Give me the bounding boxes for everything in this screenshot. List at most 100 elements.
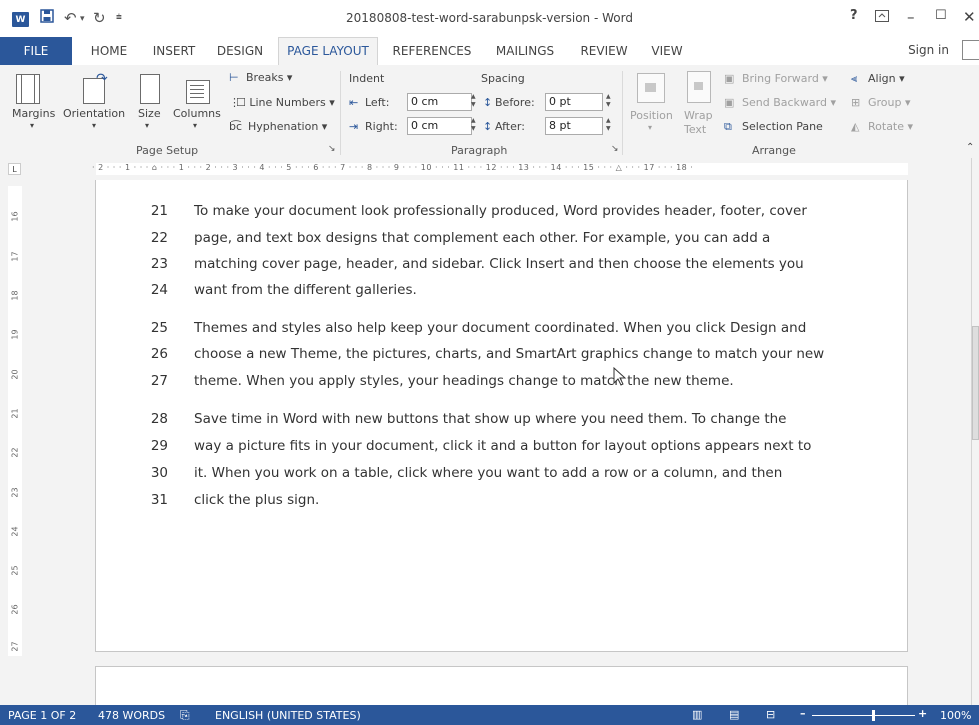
tab-references[interactable]: REFERENCES (386, 37, 478, 65)
maximize-icon[interactable]: ☐ (935, 8, 947, 23)
size-dropdown-icon[interactable]: ▾ (145, 121, 149, 130)
line-numbers-button[interactable]: ☐ Line Numbers ▾ (236, 96, 335, 109)
vertical-ruler-mark: 21 (10, 408, 20, 419)
vertical-ruler-mark: 26 (10, 604, 20, 615)
paragraph-dialog-launcher-icon[interactable]: ↘ (611, 144, 619, 154)
horizontal-ruler[interactable]: L · 2 · · · 1 · · · ⌂ · · · 1 · · · 2 · … (0, 158, 979, 180)
line-text: Themes and styles also help keep your do… (194, 320, 807, 336)
vertical-ruler[interactable]: 16 17 18 19 20 21 22 23 24 25 26 27 (8, 186, 22, 656)
size-button[interactable]: Size (138, 107, 161, 120)
spacing-before-spinner[interactable]: ▲ ▼ (606, 93, 614, 109)
spacing-before-field[interactable]: 0 pt (545, 93, 603, 111)
line-text: theme. When you apply styles, your headi… (194, 373, 734, 389)
vertical-ruler-mark: 27 (10, 641, 20, 652)
send-backward-button[interactable]: Send Backward ▾ (742, 96, 836, 109)
align-button[interactable]: Align ▾ (868, 72, 905, 85)
spacing-after-label: After: (495, 120, 525, 133)
vertical-ruler-mark: 24 (10, 526, 20, 537)
rotate-label: Rotate (868, 120, 905, 133)
spacing-label: Spacing (481, 72, 525, 85)
account-icon[interactable] (962, 40, 979, 60)
bring-forward-button[interactable]: Bring Forward ▾ (742, 72, 828, 85)
indent-left-spinner[interactable]: ▲ ▼ (471, 93, 479, 109)
sign-in-link[interactable]: Sign in (908, 43, 949, 57)
tab-page-layout[interactable]: PAGE LAYOUT (278, 37, 378, 65)
position-icon (637, 73, 665, 103)
line-number: 27 (150, 373, 168, 389)
page-setup-group-label: Page Setup (136, 144, 199, 157)
close-icon[interactable]: ✕ (963, 8, 976, 26)
ribbon-display-options-icon[interactable] (875, 8, 889, 26)
indent-label: Indent (349, 72, 385, 85)
arrange-group-label: Arrange (752, 144, 796, 157)
selection-pane-button[interactable]: Selection Pane (742, 120, 823, 133)
indent-right-spinner[interactable]: ▲ ▼ (471, 117, 479, 133)
group-icon: ⊞ (851, 96, 861, 109)
document-page[interactable]: 21 To make your document look professiona… (95, 180, 908, 652)
ruler-labels: · 2 · · · 1 · · · ⌂ · · · 1 · · · 2 · · … (92, 163, 694, 172)
tab-file[interactable]: FILE (0, 37, 72, 65)
position-dropdown-icon[interactable]: ▾ (648, 123, 652, 132)
orientation-button[interactable]: Orientation (63, 107, 125, 120)
web-layout-icon[interactable]: ⊟ (766, 708, 775, 721)
line-number: 30 (150, 465, 168, 481)
tab-review[interactable]: REVIEW (572, 37, 636, 65)
line-text: matching cover page, header, and sidebar… (194, 256, 804, 272)
breaks-button[interactable]: Breaks ▾ (246, 71, 292, 84)
tab-insert[interactable]: INSERT (144, 37, 204, 65)
wrap-text-button[interactable]: Wrap Text (684, 109, 714, 137)
hyphenation-button[interactable]: Hyphenation ▾ (248, 120, 327, 133)
spacing-after-spinner[interactable]: ▲ ▼ (606, 117, 614, 133)
bring-forward-icon: ▣ (724, 72, 735, 85)
indent-left-field[interactable]: 0 cm (407, 93, 472, 111)
zoom-slider-thumb[interactable] (872, 710, 875, 721)
spacing-after-icon: ↕ (483, 120, 493, 133)
margins-button[interactable]: Margins (12, 107, 55, 120)
columns-dropdown-icon[interactable]: ▾ (193, 121, 197, 130)
indent-right-field[interactable]: 0 cm (407, 117, 472, 135)
word-count[interactable]: 478 WORDS (98, 709, 165, 722)
tab-home[interactable]: HOME (78, 37, 140, 65)
breaks-label: Breaks (246, 71, 284, 84)
zoom-slider[interactable] (812, 715, 915, 716)
vertical-ruler-mark: 25 (10, 565, 20, 576)
print-layout-icon[interactable]: ▤ (729, 708, 739, 721)
group-button[interactable]: Group ▾ (868, 96, 911, 109)
rotate-button[interactable]: Rotate ▾ (868, 120, 913, 133)
spacing-after-field[interactable]: 8 pt (545, 117, 603, 135)
columns-button[interactable]: Columns (173, 107, 221, 120)
line-text: way a picture fits in your document, cli… (194, 438, 812, 454)
tab-selector-icon[interactable]: L (8, 163, 21, 175)
help-button[interactable]: ? (850, 8, 858, 23)
line-number: 21 (150, 203, 168, 219)
indent-left-icon: ⇤ (349, 96, 359, 109)
orientation-dropdown-icon[interactable]: ▾ (92, 121, 96, 130)
vertical-ruler-mark: 19 (10, 329, 20, 340)
page-setup-dialog-launcher-icon[interactable]: ↘ (328, 144, 336, 154)
ribbon-tabs: FILE HOME INSERT DESIGN PAGE LAYOUT REFE… (0, 37, 979, 65)
minimize-icon[interactable]: – (907, 8, 915, 26)
margins-dropdown-icon[interactable]: ▾ (30, 121, 34, 130)
line-number: 25 (150, 320, 168, 336)
line-text: Save time in Word with new buttons that … (194, 411, 787, 427)
vertical-ruler-mark: 17 (10, 251, 20, 262)
scrollbar-thumb[interactable] (972, 326, 979, 440)
tab-design[interactable]: DESIGN (210, 37, 270, 65)
zoom-in-button[interactable]: + (918, 707, 927, 720)
language-indicator[interactable]: ENGLISH (UNITED STATES) (215, 709, 361, 722)
columns-icon (186, 80, 210, 104)
send-backward-icon: ▣ (724, 96, 735, 109)
collapse-ribbon-icon[interactable]: ⌃ (966, 142, 974, 153)
zoom-out-button[interactable]: – (800, 707, 806, 720)
tab-view[interactable]: VIEW (644, 37, 690, 65)
line-number: 22 (150, 230, 168, 246)
vertical-ruler-mark: 18 (10, 290, 20, 301)
position-button[interactable]: Position (630, 109, 673, 122)
tab-mailings[interactable]: MAILINGS (486, 37, 564, 65)
zoom-level[interactable]: 100% (940, 709, 971, 722)
page-count[interactable]: PAGE 1 OF 2 (8, 709, 76, 722)
indent-right-icon: ⇥ (349, 120, 359, 133)
proofing-icon[interactable]: ⎘ (180, 708, 190, 723)
group-label: Group (868, 96, 902, 109)
read-mode-icon[interactable]: ▥ (692, 708, 702, 721)
